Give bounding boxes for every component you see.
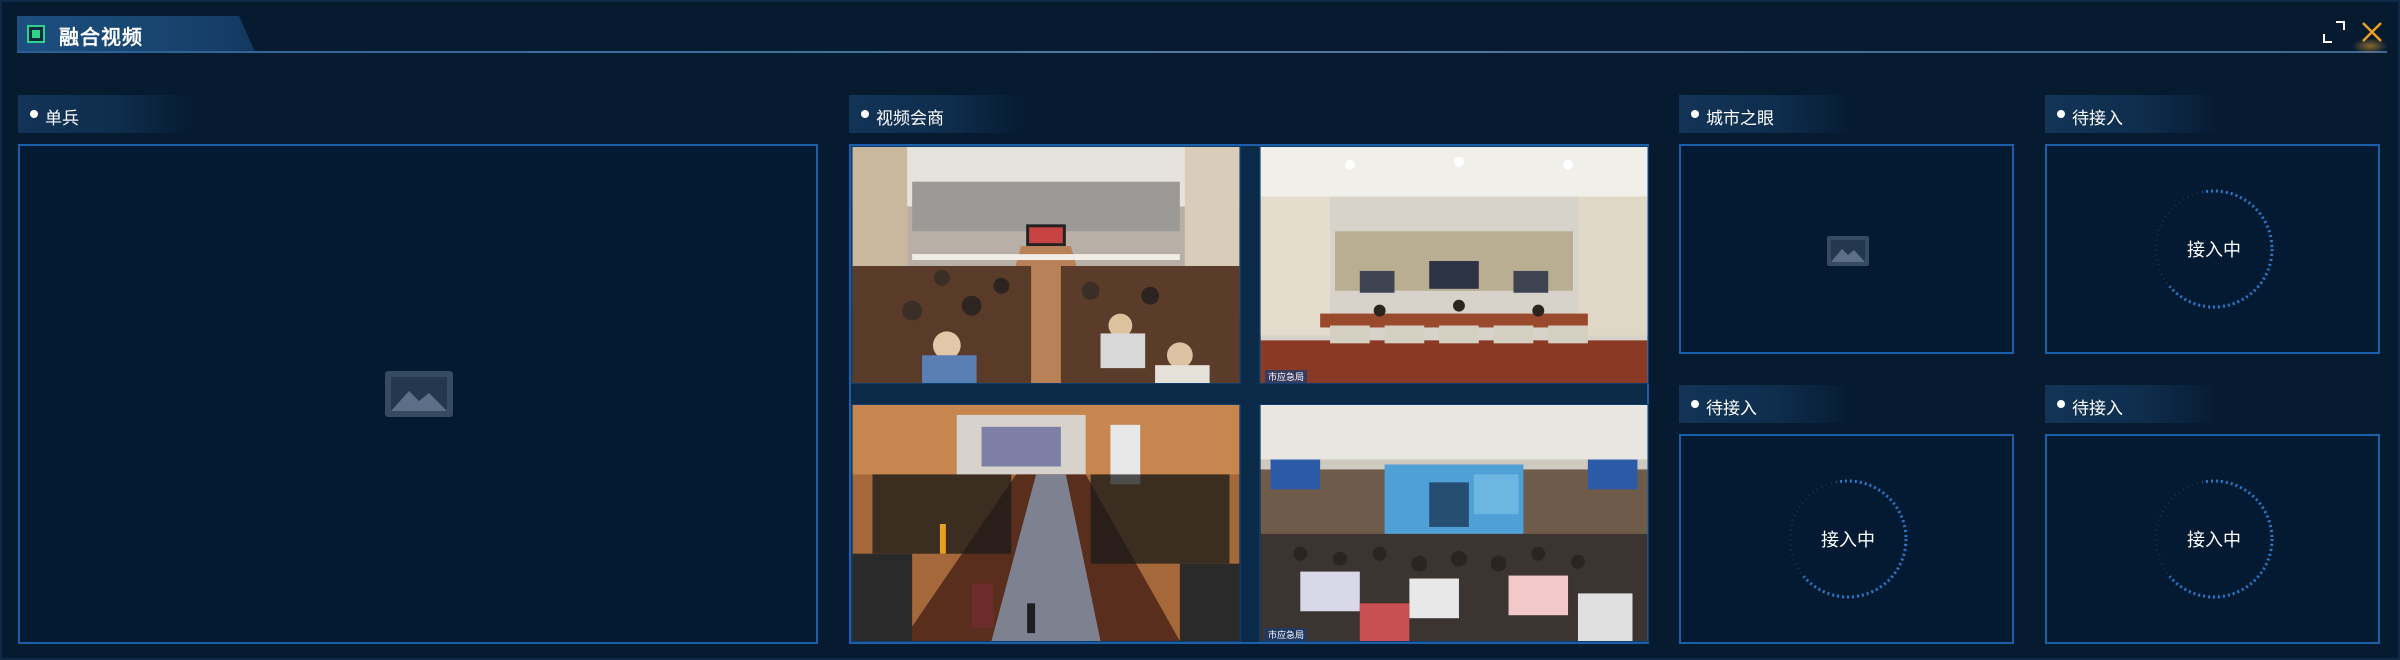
panel-title: 视频会商	[876, 109, 944, 129]
video-tile-3[interactable]	[851, 404, 1241, 642]
connecting-status: 接入中	[1821, 530, 1875, 551]
pending-video-panel-3[interactable]: 接入中	[2045, 434, 2380, 644]
city-eye-video-panel[interactable]	[1679, 144, 2014, 354]
panel-header-city-eye: 城市之眼	[1679, 95, 1857, 133]
connecting-status: 接入中	[2187, 240, 2241, 261]
window-title: 融合视频	[59, 25, 143, 49]
bullet-dot	[861, 110, 869, 118]
pending-video-panel-1[interactable]: 接入中	[2045, 144, 2380, 354]
panel-header-pending-1: 待接入	[2045, 95, 2223, 133]
bullet-dot	[2057, 400, 2065, 408]
video-tile-1[interactable]	[851, 146, 1241, 384]
video-tile-tag: 市应急局	[1265, 370, 1308, 383]
panel-header-pending-3: 待接入	[2045, 385, 2223, 423]
close-icon[interactable]	[2358, 18, 2386, 46]
bullet-dot	[2057, 110, 2065, 118]
panel-title: 待接入	[2072, 109, 2123, 129]
bullet-dot	[1691, 400, 1699, 408]
panel-title: 待接入	[1706, 399, 1757, 419]
bullet-dot	[30, 110, 38, 118]
bullet-dot	[1691, 110, 1699, 118]
video-fusion-icon	[27, 25, 45, 43]
video-conference-panel: 市应急局 市应急局	[849, 144, 1649, 644]
connecting-spinner: 接入中	[2149, 184, 2279, 314]
panel-header-video-conference: 视频会商	[849, 95, 1027, 133]
pending-video-panel-2[interactable]: 接入中	[1679, 434, 2014, 644]
panel-title: 城市之眼	[1706, 109, 1774, 129]
expand-icon[interactable]	[2321, 19, 2347, 45]
panel-title: 单兵	[45, 109, 79, 129]
video-tile-2[interactable]	[1259, 146, 1649, 384]
image-placeholder-icon	[1827, 236, 1869, 266]
video-fusion-window: 融合视频 单兵 视频会商 市应急局 市应急局 城市之眼 待接入 接入中 待接入 …	[0, 0, 2400, 660]
video-tile-4[interactable]	[1259, 404, 1649, 642]
panel-header-single-soldier: 单兵	[18, 95, 196, 133]
connecting-spinner: 接入中	[1783, 474, 1913, 604]
single-soldier-video-panel[interactable]	[18, 144, 818, 644]
image-placeholder-icon	[385, 371, 453, 417]
video-tile-tag: 市应急局	[1265, 628, 1308, 641]
connecting-status: 接入中	[2187, 530, 2241, 551]
panel-header-pending-2: 待接入	[1679, 385, 1857, 423]
connecting-spinner: 接入中	[2149, 474, 2279, 604]
title-underline	[17, 51, 2387, 53]
panel-title: 待接入	[2072, 399, 2123, 419]
